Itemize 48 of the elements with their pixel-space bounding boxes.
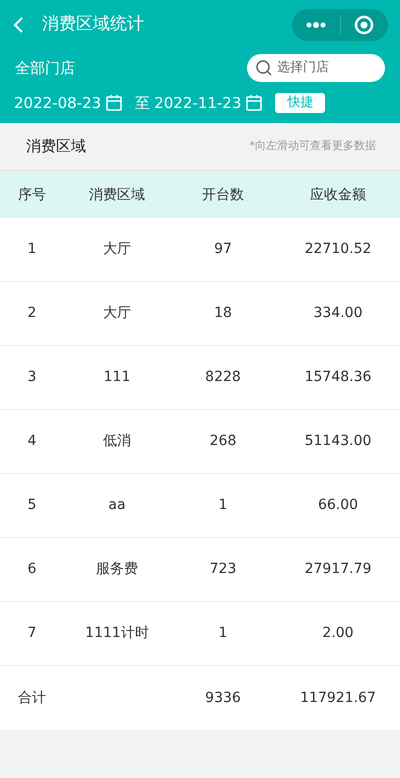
quick-button[interactable]: 快捷	[275, 93, 326, 113]
table-cell-text: 4	[28, 432, 36, 451]
table-cell-text: 6	[28, 560, 36, 579]
store-label: 全部门店	[15, 58, 75, 79]
table-cell-text: 18	[214, 304, 232, 323]
scroll-hint: *向左滑动可查看更多数据	[250, 138, 376, 154]
store-search-input[interactable]: 选择门店	[277, 58, 377, 78]
total-label: 合计	[18, 690, 46, 706]
table-cell-text: 15748.36	[304, 368, 372, 387]
table-cell-text: 334.00	[314, 304, 362, 323]
start-date[interactable]: 2022-08-23	[14, 92, 102, 114]
page-title: 消费区域统计	[42, 13, 144, 36]
calendar-icon[interactable]	[245, 94, 264, 112]
section-title: 消费区域	[26, 136, 86, 158]
table-cell-text: 3	[28, 368, 36, 387]
table-cell-text: 66.00	[318, 496, 358, 515]
table-cell-text: 117921.67	[300, 688, 376, 708]
table-cell-text: 大厅	[103, 304, 131, 323]
table-cell-text: 22710.52	[304, 240, 372, 259]
table-cell-text: 97	[214, 240, 232, 259]
column-header: 开台数	[202, 186, 244, 204]
store-search-field[interactable]: 选择门店	[247, 54, 385, 82]
table-cell-text: 2	[28, 304, 36, 323]
table-cell-text: aa	[108, 496, 126, 515]
date-separator: 至	[135, 92, 150, 114]
table-cell-text: 723	[210, 560, 236, 579]
column-header: 序号	[18, 186, 46, 204]
search-icon	[255, 59, 273, 77]
table-cell-text: 268	[210, 432, 236, 451]
table-cell-text: 1	[218, 624, 228, 643]
table-cell-text: 1111计时	[85, 624, 149, 643]
table-cell-text: 服务费	[96, 560, 138, 579]
table-cell-text: 大厅	[103, 240, 131, 259]
table-cell-text: 5	[28, 496, 36, 515]
table-cell-text: 1	[28, 240, 36, 259]
column-header: 消费区域	[89, 186, 145, 204]
column-header: 应收金额	[310, 186, 366, 204]
table-cell-text: 8228	[205, 368, 241, 387]
table-cell-text: 2.00	[322, 624, 354, 643]
calendar-icon[interactable]	[105, 94, 124, 112]
table-cell-text: 27917.79	[304, 560, 372, 579]
table-cell-text: 9336	[205, 688, 241, 708]
table-cell-text: 1	[218, 496, 228, 515]
table-cell-text: 7	[28, 624, 36, 643]
table-cell-text: 51143.00	[304, 432, 372, 451]
table-cell-text: 低消	[103, 432, 131, 451]
end-date[interactable]: 2022-11-23	[154, 92, 242, 114]
table-cell-text: 111	[104, 368, 130, 387]
